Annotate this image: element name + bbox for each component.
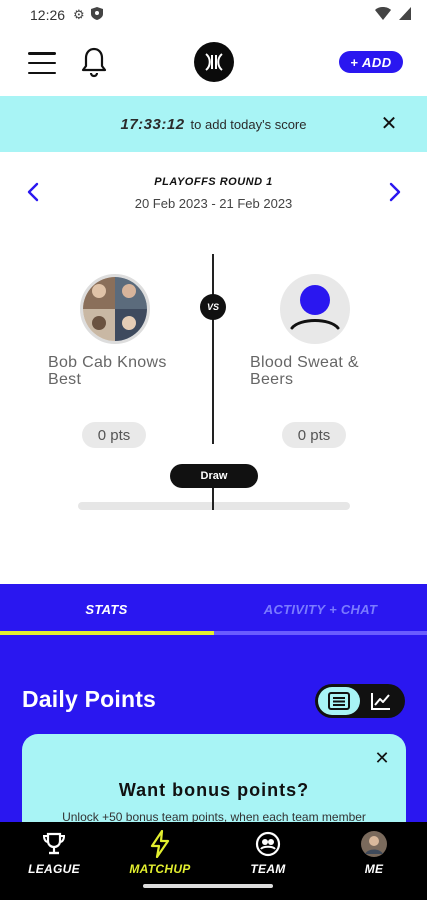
app-bar: + ADD bbox=[0, 30, 427, 96]
match-result-badge: Draw bbox=[170, 464, 258, 488]
status-time: 12:26 bbox=[30, 7, 66, 23]
nav-me[interactable]: ME bbox=[324, 830, 424, 880]
tab-stats[interactable]: STATS bbox=[0, 584, 213, 634]
left-team-avatar bbox=[80, 274, 150, 344]
chart-view-icon[interactable] bbox=[360, 687, 402, 715]
nav-team[interactable]: TEAM bbox=[218, 830, 318, 880]
nav-matchup-label: MATCHUP bbox=[129, 862, 191, 876]
home-indicator[interactable] bbox=[143, 884, 273, 888]
nav-league-label: LEAGUE bbox=[28, 862, 80, 876]
signal-icon bbox=[399, 7, 411, 23]
round-title: PLAYOFFS ROUND 1 bbox=[154, 176, 273, 188]
team-icon bbox=[254, 830, 282, 858]
right-team-points: 0 pts bbox=[282, 422, 346, 448]
status-bar: 12:26 ⚙ bbox=[0, 0, 427, 30]
right-team-name: Blood Sweat & Beers bbox=[250, 354, 359, 388]
trophy-icon bbox=[40, 830, 68, 858]
score-countdown-banner: 17:33:12 to add today's score ✕ bbox=[0, 96, 427, 152]
bottom-navigation: LEAGUE MATCHUP TEAM ME bbox=[0, 822, 427, 900]
close-banner-icon[interactable]: ✕ bbox=[379, 114, 399, 134]
add-button[interactable]: + ADD bbox=[339, 51, 403, 73]
section-tabs: STATS ACTIVITY + CHAT bbox=[0, 584, 427, 635]
nav-league[interactable]: LEAGUE bbox=[4, 830, 104, 880]
nav-team-label: TEAM bbox=[250, 862, 286, 876]
score-progress-bar bbox=[78, 502, 350, 510]
vs-badge: VS bbox=[200, 294, 226, 320]
wifi-icon bbox=[375, 7, 391, 23]
matchup-panel: VS Bob Cab Knows Best 0 pts Blood Sweat bbox=[0, 254, 427, 514]
progress-center-marker bbox=[212, 488, 214, 510]
tab-activity-chat[interactable]: ACTIVITY + CHAT bbox=[214, 584, 427, 634]
next-round-chevron-icon[interactable] bbox=[382, 180, 406, 204]
settings-gear-icon: ⚙ bbox=[73, 7, 85, 22]
list-view-icon[interactable] bbox=[318, 687, 360, 715]
banner-message: to add today's score bbox=[190, 116, 307, 132]
countdown-timer: 17:33:12 bbox=[120, 115, 185, 133]
profile-avatar bbox=[360, 830, 388, 858]
stats-section: STATS ACTIVITY + CHAT Daily Points ✕ Wan… bbox=[0, 584, 427, 844]
left-team-points: 0 pts bbox=[82, 422, 146, 448]
view-mode-toggle bbox=[315, 684, 405, 718]
matchup-divider bbox=[212, 254, 214, 444]
round-dates: 20 Feb 2023 - 21 Feb 2023 bbox=[134, 196, 293, 211]
round-navigator: PLAYOFFS ROUND 1 20 Feb 2023 - 21 Feb 20… bbox=[0, 168, 427, 218]
notifications-bell-icon[interactable] bbox=[80, 46, 108, 78]
shield-icon bbox=[90, 7, 103, 23]
active-tab-indicator bbox=[0, 631, 214, 635]
nav-matchup[interactable]: MATCHUP bbox=[110, 830, 210, 880]
app-logo bbox=[194, 42, 234, 82]
close-bonus-card-icon[interactable]: ✕ bbox=[372, 748, 392, 768]
nav-me-label: ME bbox=[364, 862, 384, 876]
status-right-icons bbox=[375, 7, 411, 23]
left-team-name: Bob Cab Knows Best bbox=[48, 354, 167, 388]
lightning-icon bbox=[146, 830, 174, 858]
daily-points-title: Daily Points bbox=[22, 686, 157, 712]
bonus-card-title: Want bonus points? bbox=[118, 780, 310, 800]
menu-icon[interactable] bbox=[28, 52, 56, 74]
right-team-avatar bbox=[280, 274, 350, 344]
inactive-tab-indicator bbox=[214, 631, 427, 635]
